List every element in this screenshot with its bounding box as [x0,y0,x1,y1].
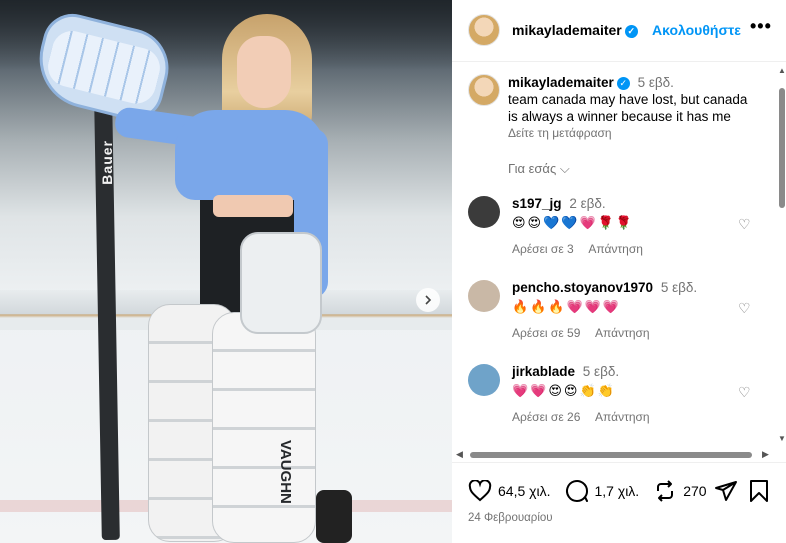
caption-username[interactable]: mikaylademaiter [508,75,614,90]
avatar[interactable] [468,280,500,312]
comment-actions: Αρέσει σε 26 Απάντηση [512,410,662,424]
comment-text: 💗💗😍😍👏👏 [512,384,616,399]
comment-likes-link[interactable]: Αρέσει σε 59 [512,326,580,340]
share-button[interactable] [714,479,738,508]
next-photo-button[interactable] [416,288,440,312]
comments-vertical-scrollbar[interactable]: ▲ ▼ [778,66,786,446]
avatar[interactable] [468,196,500,228]
comment-likes-link[interactable]: Αρέσει σε 26 [512,410,580,424]
comment-actions: Αρέσει σε 59 Απάντηση [512,326,662,340]
post-header: mikaylademaiter ✓ Ακολουθήστε ••• [452,0,786,62]
like-comment-heart-icon[interactable]: ♡ [738,216,751,233]
comment-time: 5 εβδ. [582,364,620,379]
paper-plane-icon [715,481,737,501]
repost-icon [657,480,674,502]
bookmark-icon [750,480,768,502]
comment-button[interactable]: 1,7 χιλ. [565,479,640,503]
comment-username-text: pencho.stoyanov1970 [512,280,654,295]
scroll-up-arrow-icon[interactable]: ▲ [778,66,786,75]
like-button[interactable]: 64,5 χιλ. [468,480,551,502]
like-comment-heart-icon[interactable]: ♡ [738,300,751,317]
goalie-blocker [240,232,322,334]
post-date[interactable]: 24 Φεβρουαρίου [468,512,553,524]
scroll-left-arrow-icon[interactable]: ◀ [456,449,463,460]
skate [316,490,352,543]
follow-button[interactable]: Ακολουθήστε [652,22,741,38]
comment-time: 5 εβδ. [660,280,698,295]
caption-text: team canada may have lost, but canada is… [508,92,748,124]
pad-brand-text: VAUGHN [277,440,294,504]
comment-item: jirkablade 5 εβδ. 💗💗😍😍👏👏 Αρέσει σε 26 Απ… [468,364,768,434]
comment-time: 2 εβδ. [569,196,606,211]
comment-username-text: s197_jg [512,196,562,211]
likes-count: 64,5 χιλ. [498,483,551,499]
verified-badge-icon: ✓ [616,76,630,90]
reply-button[interactable]: Απάντηση [595,326,650,340]
comment-username[interactable]: s197_jg 2 εβδ. [512,196,606,211]
comment-username-text: jirkablade [512,364,576,379]
username-text: mikaylademaiter [512,22,622,38]
post-photo: Bauer VAUGHN [0,0,452,543]
reply-button[interactable]: Απάντηση [588,242,643,256]
comment-actions: Αρέσει σε 3 Απάντηση [512,242,655,256]
reply-button[interactable]: Απάντηση [595,410,650,424]
comment-item: s197_jg 2 εβδ. 😍😍💙💙💗🌹🌹 Αρέσει σε 3 Απάντ… [468,196,768,266]
right-leg-pad [212,312,316,543]
post-actions: 64,5 χιλ. 1,7 χιλ. 270 [468,479,721,503]
comments-filter-dropdown[interactable]: Για εσάς ⌵ [508,161,570,177]
comments-count: 1,7 χιλ. [594,483,640,499]
see-translation-link[interactable]: Δείτε τη μετάφραση [508,126,612,140]
username-link[interactable]: mikaylademaiter ✓ [512,22,638,38]
comment-username[interactable]: pencho.stoyanov1970 5 εβδ. [512,280,697,295]
caption-avatar[interactable] [468,74,500,106]
scroll-down-arrow-icon[interactable]: ▼ [778,434,786,443]
comment-bubble-icon [565,480,588,502]
waist [213,195,293,217]
stick-brand-text: Bauer [99,140,115,185]
comment-likes-link[interactable]: Αρέσει σε 3 [512,242,574,256]
comment-item: pencho.stoyanov1970 5 εβδ. 🔥🔥🔥💗💗💗 Αρέσει… [468,280,768,350]
face [237,36,291,108]
caption-time[interactable]: 5 εβδ. [638,75,674,90]
comment-text: 😍😍💙💙💗🌹🌹 [512,216,635,231]
scrollbar-thumb[interactable] [470,452,752,458]
more-options-icon[interactable]: ••• [750,16,772,37]
save-button[interactable] [748,479,770,508]
post-details-panel: mikaylademaiter ✓ Ακολουθήστε ••• mikayla… [452,0,786,543]
repost-button[interactable]: 270 [653,479,707,503]
scroll-right-arrow-icon[interactable]: ▶ [762,449,769,460]
comment-text: 🔥🔥🔥💗💗💗 [512,300,622,315]
avatar[interactable] [468,364,500,396]
like-comment-heart-icon[interactable]: ♡ [738,384,751,401]
heart-icon [468,480,492,502]
comment-username[interactable]: jirkablade 5 εβδ. [512,364,619,379]
reposts-count: 270 [683,483,707,499]
verified-badge-icon: ✓ [624,24,638,38]
post-footer: 64,5 χιλ. 1,7 χιλ. 270 24 Φεβρουαρίου [452,462,786,543]
chevron-right-icon [425,295,432,305]
comments-horizontal-scrollbar[interactable]: ◀ ▶ [452,449,776,460]
caption: mikaylademaiter ✓ 5 εβδ. team canada may … [508,74,758,125]
scrollbar-thumb[interactable] [779,88,785,208]
avatar[interactable] [468,14,500,46]
